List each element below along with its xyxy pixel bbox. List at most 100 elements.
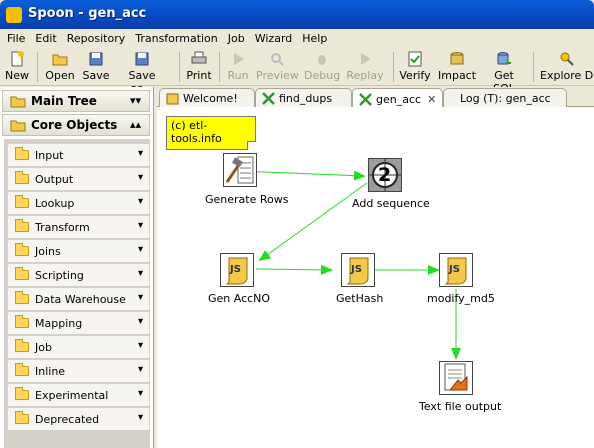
category-joins[interactable]: Joins ▾ — [8, 240, 149, 262]
step-label-modify-md5: modify_md5 — [427, 292, 495, 305]
folder-icon — [10, 120, 26, 132]
get-sql-icon — [497, 52, 511, 65]
menu-transformation[interactable]: Transformation — [130, 32, 223, 45]
menu-job[interactable]: Job — [223, 32, 250, 45]
toolbar-separator — [179, 52, 180, 82]
category-input[interactable]: Input ▾ — [8, 144, 149, 166]
step-gen-accno[interactable]: JS — [220, 253, 254, 287]
get-sql-button[interactable]: Get SQL — [482, 50, 526, 95]
category-experimental[interactable]: Experimental ▾ — [8, 384, 149, 406]
step-label-add-sequence: Add sequence — [352, 197, 430, 210]
step-label-text-file-output: Text file output — [419, 400, 502, 413]
svg-text:JS: JS — [448, 264, 460, 275]
tab-log-gen-acc[interactable]: Log (T): gen_acc — [443, 88, 567, 108]
chevron-down-icon: ▾ — [137, 340, 143, 351]
chevron-down-icon[interactable]: ▾▾ — [130, 94, 141, 107]
step-generate-rows[interactable] — [223, 153, 257, 187]
category-scripting[interactable]: Scripting ▾ — [8, 264, 149, 286]
replay-icon — [361, 53, 371, 65]
chevron-down-icon: ▾ — [137, 316, 143, 327]
chevron-up-icon[interactable]: ▴▴ — [130, 118, 141, 131]
editor-tabs: Welcome! find_dups gen_acc ✕ Log (T): ge… — [157, 87, 594, 109]
category-deprecated[interactable]: Deprecated ▾ — [8, 408, 149, 430]
chevron-down-icon: ▾ — [137, 172, 143, 183]
menu-wizard[interactable]: Wizard — [250, 32, 298, 45]
close-icon[interactable]: ✕ — [427, 93, 436, 106]
menu-help[interactable]: Help — [297, 32, 332, 45]
main-tree-header[interactable]: Main Tree ▾▾ — [2, 90, 150, 112]
toolbar: New Open Save Save as... Print Run Previ… — [0, 48, 594, 95]
hop-genaccno-to-gethash[interactable] — [255, 264, 333, 275]
chevron-down-icon: ▾ — [137, 244, 143, 255]
chevron-down-icon: ▾ — [137, 196, 143, 207]
transformation-icon — [262, 92, 275, 105]
step-gethash[interactable]: JS — [341, 253, 375, 287]
folder-icon — [15, 411, 29, 424]
category-job[interactable]: Job ▾ — [8, 336, 149, 358]
print-button[interactable]: Print — [186, 50, 212, 84]
folder-icon — [15, 171, 29, 184]
menu-file[interactable]: File — [2, 32, 30, 45]
step-text-file-output[interactable] — [439, 361, 473, 395]
category-mapping[interactable]: Mapping ▾ — [8, 312, 149, 334]
step-label-gen-accno: Gen AccNO — [208, 292, 271, 305]
folder-icon — [15, 219, 29, 232]
preview-button[interactable]: Preview — [256, 50, 299, 84]
javascript-icon: JS — [444, 257, 467, 285]
step-add-sequence[interactable]: 2 — [368, 158, 402, 192]
sequence-number: 2 — [378, 164, 392, 186]
svg-text:JS: JS — [229, 264, 241, 275]
folder-icon — [15, 339, 29, 352]
explore-db-button[interactable]: Explore DB — [540, 50, 594, 84]
run-button[interactable]: Run — [226, 50, 250, 84]
replay-button[interactable]: Replay — [346, 50, 384, 84]
printer-icon — [191, 51, 207, 64]
hop-generate-to-sequence[interactable] — [239, 170, 366, 181]
category-lookup[interactable]: Lookup ▾ — [8, 192, 149, 214]
save-button[interactable]: Save — [82, 50, 110, 84]
category-output[interactable]: Output ▾ — [8, 168, 149, 190]
javascript-icon: JS — [346, 257, 369, 285]
toolbar-separator — [533, 52, 534, 82]
debug-button[interactable]: Debug — [304, 50, 340, 84]
verify-check-icon — [408, 51, 422, 67]
generate-rows-icon — [225, 156, 254, 184]
impact-button[interactable]: Impact — [438, 50, 476, 84]
chevron-down-icon: ▾ — [137, 292, 143, 303]
welcome-icon — [166, 93, 179, 105]
chevron-down-icon: ▾ — [137, 364, 143, 375]
category-transform[interactable]: Transform ▾ — [8, 216, 149, 238]
chevron-down-icon: ▾ — [137, 388, 143, 399]
chevron-down-icon: ▾ — [137, 220, 143, 231]
core-objects-header[interactable]: Core Objects ▴▴ — [2, 114, 150, 136]
folder-icon — [15, 363, 29, 376]
menu-edit[interactable]: Edit — [30, 32, 61, 45]
save-as-button[interactable]: Save as... — [116, 50, 168, 95]
verify-button[interactable]: Verify — [399, 50, 431, 84]
transformation-canvas[interactable]: (c) etl-tools.info Generate Rows 2 Add s… — [157, 107, 594, 448]
open-button[interactable]: Open — [44, 50, 76, 84]
tab-welcome[interactable]: Welcome! — [159, 88, 255, 108]
core-objects-list: Input ▾ Output ▾ Lookup ▾ Transform ▾ Joins ▾… — [4, 139, 150, 448]
menu-bar: File Edit Repository Transformation Job … — [0, 29, 594, 47]
folder-icon — [15, 291, 29, 304]
new-button[interactable]: New — [4, 50, 30, 84]
folder-icon — [15, 243, 29, 256]
preview-icon — [271, 53, 284, 66]
tab-gen-acc[interactable]: gen_acc ✕ — [352, 88, 443, 109]
category-data-warehouse[interactable]: Data Warehouse ▾ — [8, 288, 149, 310]
menu-repository[interactable]: Repository — [62, 32, 131, 45]
explore-db-icon — [560, 52, 574, 66]
folder-icon — [10, 96, 26, 108]
canvas-note[interactable]: (c) etl-tools.info — [166, 116, 256, 150]
step-modify-md5[interactable]: JS — [439, 253, 473, 287]
window-title: Spoon - gen_acc — [28, 6, 147, 21]
new-file-icon — [11, 51, 24, 67]
tab-find-dups[interactable]: find_dups — [255, 88, 352, 108]
spoon-app-icon — [6, 7, 22, 23]
toolbar-separator — [219, 52, 220, 82]
category-inline[interactable]: Inline ▾ — [8, 360, 149, 382]
note-fold — [247, 141, 256, 150]
chevron-down-icon: ▾ — [137, 412, 143, 423]
title-bar[interactable]: Spoon - gen_acc — [0, 0, 594, 29]
